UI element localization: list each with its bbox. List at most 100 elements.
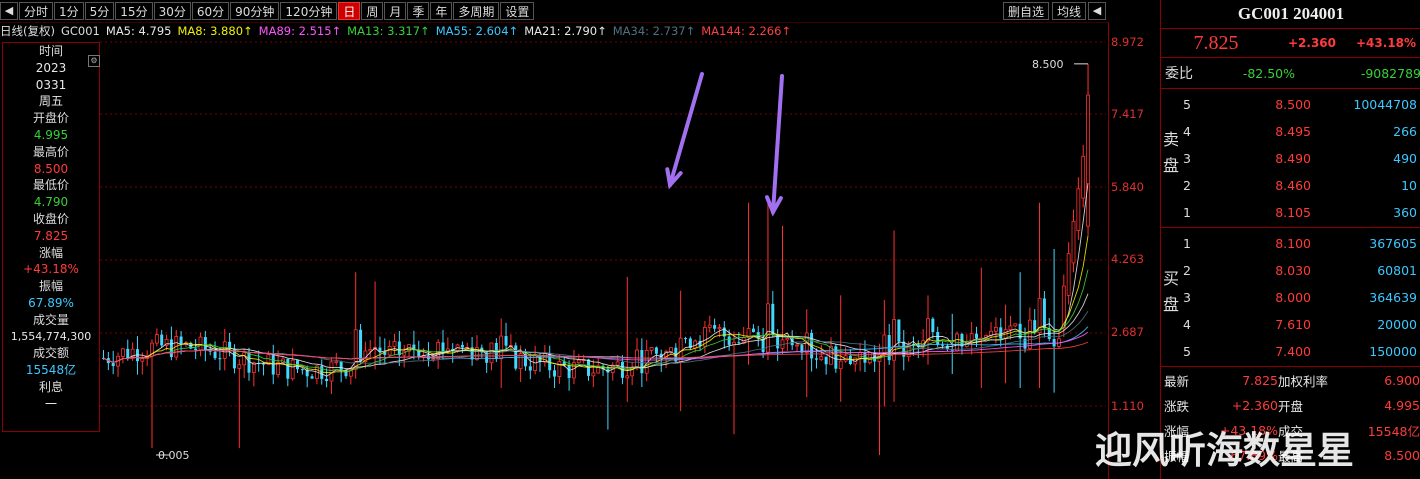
ma-legend-item: MA55: 2.604↑ <box>435 24 519 38</box>
close-value: 7.825 <box>33 228 69 243</box>
candle-body <box>140 358 145 362</box>
order-book-row: 2 8.460 10 <box>1181 172 1419 199</box>
stat-label: 最新 <box>1164 374 1190 389</box>
candle-body <box>751 328 755 333</box>
price-row: 7.825 +2.360 +43.18% <box>1161 29 1420 58</box>
period-tab[interactable]: 年 <box>430 2 453 20</box>
y-tick: 5.840 <box>1111 180 1144 194</box>
book-price: 8.500 <box>1275 97 1311 112</box>
period-tab[interactable]: 60分 <box>191 2 230 20</box>
gear-icon[interactable]: ⚙ <box>88 55 100 67</box>
candle-body <box>242 352 247 366</box>
period-tab[interactable]: 120分钟 <box>280 2 338 20</box>
ma-legend-item: MA8: 3.880↑ <box>177 24 253 38</box>
ma-legend-item: MA34: 2.737↑ <box>612 24 696 38</box>
ma-legend-item: MA13: 3.317↑ <box>347 24 430 38</box>
annotation-arrow <box>771 74 784 214</box>
period-tab[interactable]: 季 <box>407 2 430 20</box>
change-label: 涨幅 <box>38 245 63 260</box>
candle-body <box>218 358 222 360</box>
collapse-left-icon[interactable]: ◀ <box>0 2 18 20</box>
book-level: 3 <box>1183 290 1191 305</box>
change-value: +43.18% <box>23 262 79 277</box>
candle-body <box>553 370 557 377</box>
book-price: 7.400 <box>1275 344 1311 359</box>
candle-body <box>441 342 445 352</box>
candle-body <box>247 352 251 373</box>
candle-body <box>1027 319 1032 350</box>
candle-body <box>271 354 275 375</box>
ma-line-34 <box>103 310 1089 365</box>
candlestick-chart[interactable]: 8.500 0.005 <box>0 40 1108 479</box>
book-price: 8.100 <box>1275 236 1311 251</box>
delete-watchlist-button[interactable]: 删自选 <box>1002 2 1049 20</box>
book-level: 2 <box>1183 263 1191 278</box>
period-tab[interactable]: 15分 <box>115 2 153 20</box>
toolbar-right: 删自选 均线 ◀ <box>1002 2 1106 20</box>
low-label: 最低价 <box>32 178 69 193</box>
candle-body <box>111 363 115 367</box>
candle-body <box>368 349 373 352</box>
last-price: 7.825 <box>1193 31 1239 54</box>
time-label: 时间 <box>38 44 63 58</box>
candle-body <box>766 303 770 353</box>
candle-body <box>329 361 334 382</box>
period-tab[interactable]: 1分 <box>54 2 84 20</box>
candle-body <box>814 358 818 360</box>
period-tab[interactable]: 月 <box>384 2 407 20</box>
open-value: 4.995 <box>33 127 69 142</box>
book-level: 1 <box>1183 205 1191 220</box>
amplitude-label: 振幅 <box>38 279 63 294</box>
moving-average-button[interactable]: 均线 <box>1051 2 1086 20</box>
candle-body <box>941 344 945 346</box>
price-change-pct: +43.18% <box>1355 36 1416 50</box>
stat-value: 15548亿 <box>1367 424 1420 439</box>
ma-legend-item: MA144: 2.266↑ <box>701 24 792 38</box>
candle-body <box>771 303 775 335</box>
stat-label: 加权利率 <box>1278 374 1329 389</box>
ma-legend-item: MA5: 4.795 <box>105 24 172 38</box>
period-tab[interactable]: 多周期 <box>453 2 500 20</box>
candle-body <box>154 334 159 344</box>
low-value: 4.790 <box>33 195 69 210</box>
candle-body <box>504 336 508 346</box>
high-marker-label: 8.500 <box>1032 58 1064 71</box>
stat-label: 涨跌 <box>1164 399 1190 414</box>
book-volume: 10 <box>1401 178 1417 193</box>
book-price: 8.490 <box>1275 151 1311 166</box>
period-tab[interactable]: 30分 <box>153 2 191 20</box>
candle-body <box>882 334 887 355</box>
annotation-arrow <box>668 72 704 187</box>
candle-body <box>325 378 329 382</box>
candle-body <box>198 336 203 351</box>
ma-legend: 日线(复权) GC001 MA5: 4.795 MA8: 3.880↑ MA89: … <box>0 23 1108 39</box>
candle-body <box>1008 325 1013 331</box>
candle-body <box>528 366 532 371</box>
order-book-row: 5 7.400 150000 <box>1181 338 1419 365</box>
chart-mode-label: 日线(复权) <box>0 24 55 38</box>
collapse-right-icon[interactable]: ◀ <box>1088 2 1106 20</box>
candle-body <box>1071 220 1076 264</box>
period-tab[interactable]: 周 <box>361 2 384 20</box>
candle-body <box>713 325 717 329</box>
period-tab[interactable]: 日 <box>338 2 361 20</box>
interest-label: 利息 <box>38 379 63 394</box>
candle-body <box>237 364 242 369</box>
y-tick: 2.687 <box>1111 325 1144 339</box>
weibi-label: 委比 <box>1165 66 1193 82</box>
candle-body <box>310 376 314 379</box>
candle-body <box>334 361 339 364</box>
stat-value: +2.360 <box>1231 398 1278 413</box>
high-label: 最高价 <box>32 144 69 159</box>
candle-body <box>1052 338 1056 347</box>
weicha-value: -9082789 <box>1360 65 1420 81</box>
amplitude-value: 67.89% <box>28 295 74 310</box>
candle-body <box>931 318 935 333</box>
period-tab[interactable]: 90分钟 <box>230 2 280 20</box>
period-tab[interactable]: 设置 <box>500 2 535 20</box>
order-book-row: 5 8.500 10044708 <box>1181 91 1419 118</box>
y-tick: 4.263 <box>1111 252 1144 266</box>
book-volume: 150000 <box>1369 344 1417 359</box>
period-tab[interactable]: 5分 <box>84 2 115 20</box>
period-tab[interactable]: 分时 <box>19 2 54 20</box>
